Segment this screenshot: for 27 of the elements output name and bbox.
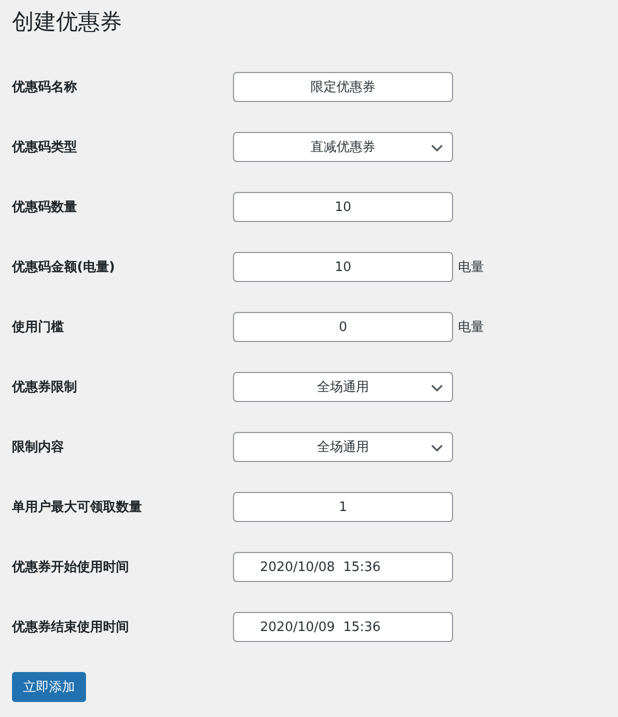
field-label: 优惠码名称 [12,79,78,96]
page-title: 创建优惠券 [12,9,123,37]
text-field[interactable]: 1 [233,492,453,522]
text-field[interactable]: 限定优惠券 [233,72,453,102]
text-field[interactable]: 0 [233,312,453,342]
field-label: 单用户最大可领取数量 [12,498,143,516]
field-label: 优惠券限制 [12,379,78,396]
chevron-down-icon [431,384,443,392]
text-field[interactable]: 10 [233,252,453,282]
dropdown[interactable]: 全场通用 [233,432,453,462]
field-label: 使用门槛 [12,318,65,336]
chevron-down-icon [431,144,443,152]
add-button[interactable]: 立即添加 [12,672,86,702]
field-label: 限制内容 [12,438,65,456]
text-field[interactable]: 10 [233,192,453,222]
field-label: 优惠码金额(电量) [12,258,116,276]
field-label: 优惠码类型 [12,139,78,156]
field-label: 优惠码数量 [12,199,78,216]
dropdown[interactable]: 全场通用 [233,372,453,402]
chevron-down-icon [431,444,443,452]
unit-label: 电量 [458,319,484,336]
datetime-field[interactable]: 2020/10/08 15:36 [233,552,453,582]
dropdown[interactable]: 直减优惠券 [233,132,453,162]
unit-label: 电量 [458,259,484,276]
field-label: 优惠券结束使用时间 [12,619,130,636]
field-label: 优惠券开始使用时间 [12,559,130,576]
datetime-field[interactable]: 2020/10/09 15:36 [233,612,453,642]
